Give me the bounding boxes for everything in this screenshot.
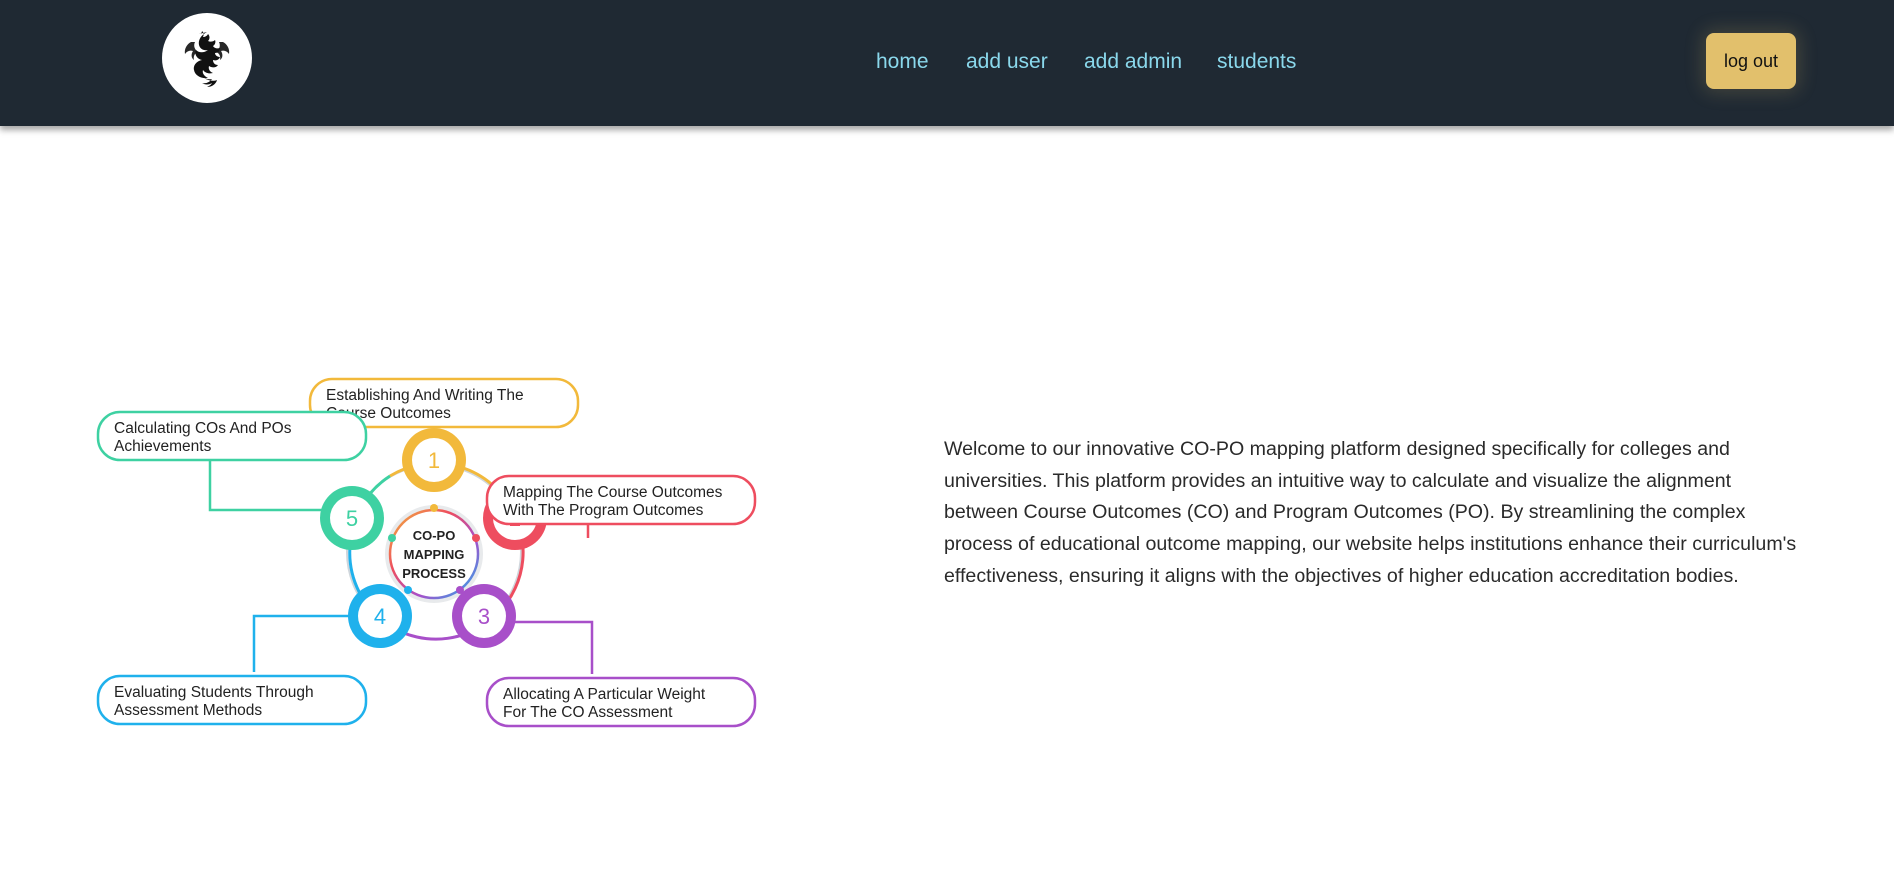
step-2-label-line-2: With The Program Outcomes xyxy=(503,502,704,519)
nav-link-students[interactable]: students xyxy=(1217,48,1296,76)
step-3-label-line-2: For The CO Assessment xyxy=(503,704,673,721)
process-diagram-svg: CO-PO MAPPING PROCESS 1 3 4 5 Establishi… xyxy=(96,377,757,728)
step-1-number: 1 xyxy=(428,448,440,473)
nav-link-add-user[interactable]: add user xyxy=(966,48,1048,76)
main-nav: home add user add admin students xyxy=(0,0,1894,126)
step-3-number: 3 xyxy=(478,604,490,629)
step-5-label-line-2: Achievements xyxy=(114,438,212,455)
center-label-line-3: PROCESS xyxy=(402,566,466,581)
step-4-number: 4 xyxy=(374,604,386,629)
step-3-label-box: Allocating A Particular Weight For The C… xyxy=(485,676,757,728)
center-label-line-2: MAPPING xyxy=(404,547,465,562)
step-4-badge: 4 xyxy=(348,584,412,648)
step-4-label-box: Evaluating Students Through Assessment M… xyxy=(96,674,368,726)
main-content: CO-PO MAPPING PROCESS 1 3 4 5 Establishi… xyxy=(0,126,1894,883)
nav-link-add-admin[interactable]: add admin xyxy=(1084,48,1182,76)
step-5-label-line-1: Calculating COs And POs xyxy=(114,420,292,437)
intro-paragraph: Welcome to our innovative CO-PO mapping … xyxy=(944,438,1797,587)
step-4-label-line-2: Assessment Methods xyxy=(114,702,262,719)
step-4-label-line-1: Evaluating Students Through xyxy=(114,684,314,701)
step-3-badge: 3 xyxy=(452,584,516,648)
logout-button[interactable]: log out xyxy=(1706,33,1796,89)
step-5-label-box: Calculating COs And POs Achievements xyxy=(96,410,368,462)
co-po-process-diagram: CO-PO MAPPING PROCESS 1 3 4 5 Establishi… xyxy=(90,306,770,866)
step-5-number: 5 xyxy=(346,506,358,531)
step-1-badge: 1 xyxy=(402,428,466,492)
nav-link-home[interactable]: home xyxy=(876,48,929,76)
step-1-label-line-1: Establishing And Writing The xyxy=(326,387,524,404)
step-5-badge: 5 xyxy=(320,486,384,550)
step-2-label-box: Mapping The Course Outcomes With The Pro… xyxy=(485,474,757,526)
step-2-label-line-1: Mapping The Course Outcomes xyxy=(503,484,723,501)
step-3-label-line-1: Allocating A Particular Weight xyxy=(503,686,706,703)
center-label-line-1: CO-PO xyxy=(413,528,456,543)
top-navbar: home add user add admin students log out xyxy=(0,0,1894,126)
